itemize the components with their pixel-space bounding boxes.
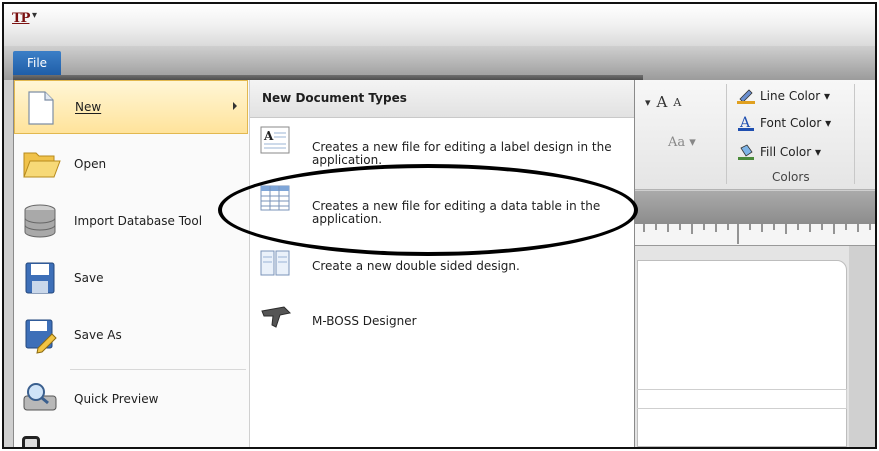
fill-color-button[interactable]: Fill Color ▾: [737, 144, 821, 160]
quick-preview-icon: [14, 372, 66, 426]
line-color-button[interactable]: Line Color ▾: [737, 88, 830, 104]
annotation-ellipse: [218, 164, 638, 256]
font-size-dropdown-arrow[interactable]: ▾: [645, 96, 651, 109]
panel-header: New Document Types: [250, 80, 634, 118]
menu-item-label: Save As: [74, 328, 122, 342]
fill-color-label: Fill Color ▾: [760, 145, 822, 159]
app-logo[interactable]: TP: [12, 11, 30, 26]
quick-access-dropdown[interactable]: ▾: [32, 10, 37, 21]
font-color-button[interactable]: A Font Color ▾: [737, 115, 831, 131]
ribbon-separator: [854, 84, 855, 184]
open-folder-icon: [14, 137, 66, 191]
label-design-icon: A: [260, 126, 292, 156]
menu-item-label: New: [75, 100, 102, 114]
menu-divider: [70, 369, 246, 370]
menu-item-label: Quick Preview: [74, 392, 159, 406]
save-as-icon: [14, 308, 66, 362]
tab-file[interactable]: File: [13, 51, 61, 75]
double-sided-icon: [260, 248, 292, 278]
menu-item-save-as[interactable]: Save As: [14, 308, 248, 362]
menu-item-label: Save: [74, 271, 104, 285]
grow-font-button[interactable]: A: [657, 93, 668, 111]
doc-type-text: Create a new double sided design.: [312, 259, 520, 273]
colors-group-label: Colors: [772, 170, 810, 184]
fill-color-icon: [737, 144, 755, 160]
title-bar: TP ▾: [4, 4, 875, 46]
doc-type-label-design[interactable]: A Creates a new file for editing a label…: [260, 126, 620, 167]
new-document-icon: [15, 80, 67, 134]
file-menu: New Open Import Database Tool Save Save …: [13, 80, 249, 447]
line-color-label: Line Color ▾: [760, 89, 830, 103]
new-document-types-panel: New Document Types A Creates a new file …: [249, 80, 635, 447]
ribbon-separator: [726, 84, 727, 184]
line-color-icon: [737, 88, 755, 104]
doc-type-mboss-designer[interactable]: M-BOSS Designer: [260, 301, 620, 331]
change-case-button[interactable]: Aa ▾: [668, 135, 696, 150]
font-color-icon: A: [737, 115, 755, 131]
database-icon: [14, 194, 66, 248]
menu-item-label: Import Database Tool: [74, 214, 203, 228]
horizontal-ruler: [634, 224, 875, 246]
menu-item-label: Open: [74, 157, 107, 171]
shrink-font-button[interactable]: A: [673, 96, 681, 109]
vertical-scrollbar[interactable]: [849, 246, 875, 447]
font-color-label: Font Color ▾: [760, 116, 832, 130]
label-guide-line: [637, 389, 847, 409]
svg-text:A: A: [263, 129, 274, 143]
save-icon: [14, 251, 66, 305]
menu-item-save[interactable]: Save: [14, 251, 248, 305]
ribbon-gray-band: [634, 191, 875, 224]
menu-item-new[interactable]: New: [14, 80, 248, 134]
font-size-buttons: ▾ A A: [645, 93, 681, 111]
menu-item-quick-preview[interactable]: Quick Preview: [14, 372, 248, 426]
menu-item-import-database[interactable]: Import Database Tool: [14, 194, 248, 248]
window-frame: TP ▾ File ▾ A A Aa ▾ Line Color ▾ A Font…: [2, 2, 877, 449]
submenu-arrow-icon: [233, 102, 237, 110]
menu-item-open[interactable]: Open: [14, 137, 248, 191]
mboss-designer-icon: [260, 301, 292, 331]
doc-type-text: M-BOSS Designer: [312, 314, 417, 328]
partial-menu-icon: [22, 436, 40, 447]
label-sheet[interactable]: [637, 260, 847, 447]
doc-type-text: Creates a new file for editing a label d…: [312, 140, 612, 167]
